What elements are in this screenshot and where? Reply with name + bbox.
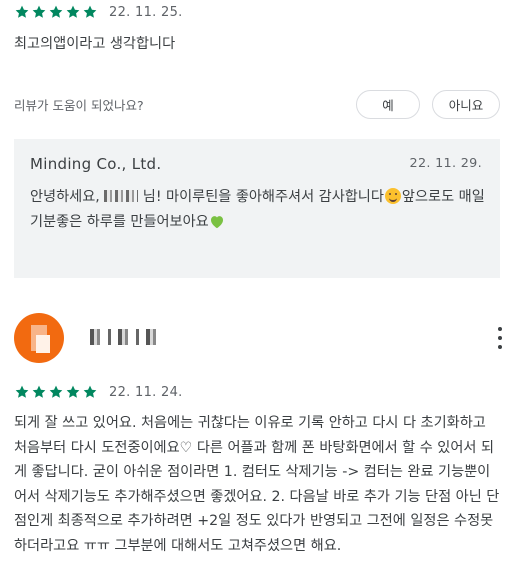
review-1-stars bbox=[14, 4, 98, 20]
reviewer-header bbox=[14, 313, 514, 363]
avatar bbox=[14, 313, 64, 363]
helpful-yes-button[interactable]: 예 bbox=[356, 89, 420, 119]
reply-text-greeting: 안녕하세요, bbox=[30, 189, 105, 205]
review-1-date: 22. 11. 25. bbox=[109, 4, 183, 20]
star-icon bbox=[82, 384, 98, 400]
more-vert-icon[interactable] bbox=[494, 327, 506, 349]
star-icon bbox=[14, 4, 30, 20]
developer-name: Minding Co., Ltd. bbox=[30, 155, 162, 173]
developer-reply-date: 22. 11. 29. bbox=[409, 156, 482, 171]
review-2-text: 되게 잘 쓰고 있어요. 처음에는 귀찮다는 이유로 기록 안하고 다시 다 초… bbox=[14, 415, 500, 554]
star-icon bbox=[48, 384, 64, 400]
developer-reply: Minding Co., Ltd. 22. 11. 29. 안녕하세요, 님! … bbox=[14, 139, 500, 278]
green-heart-emoji bbox=[209, 214, 225, 229]
star-icon bbox=[31, 4, 47, 20]
review-1-rating-row: 22. 11. 25. bbox=[14, 4, 183, 20]
reply-text-thanks: 님! 마이루틴을 좋아해주셔서 감사합니다 bbox=[138, 189, 384, 205]
helpful-question: 리뷰가 도움이 되었나요? bbox=[14, 97, 144, 113]
review-2-stars bbox=[14, 384, 98, 400]
helpful-row: 리뷰가 도움이 되었나요? 예 아니요 bbox=[14, 89, 500, 119]
smiling-face-emoji bbox=[384, 188, 401, 204]
star-icon bbox=[48, 4, 64, 20]
redacted-username bbox=[104, 190, 139, 202]
review-2-date: 22. 11. 24. bbox=[109, 384, 183, 400]
helpful-no-button[interactable]: 아니요 bbox=[432, 89, 500, 119]
review-1-text: 최고의앱이라고 생각합니다 bbox=[14, 36, 176, 52]
star-icon bbox=[65, 4, 81, 20]
star-icon bbox=[14, 384, 30, 400]
redacted-reviewer-name bbox=[90, 329, 156, 345]
star-icon bbox=[65, 384, 81, 400]
developer-reply-text: 안녕하세요, 님! 마이루틴을 좋아해주셔서 감사합니다 앞으로도 매일 기분좋은… bbox=[30, 185, 486, 234]
star-icon bbox=[82, 4, 98, 20]
review-2-rating-row: 22. 11. 24. bbox=[14, 384, 183, 400]
star-icon bbox=[31, 384, 47, 400]
